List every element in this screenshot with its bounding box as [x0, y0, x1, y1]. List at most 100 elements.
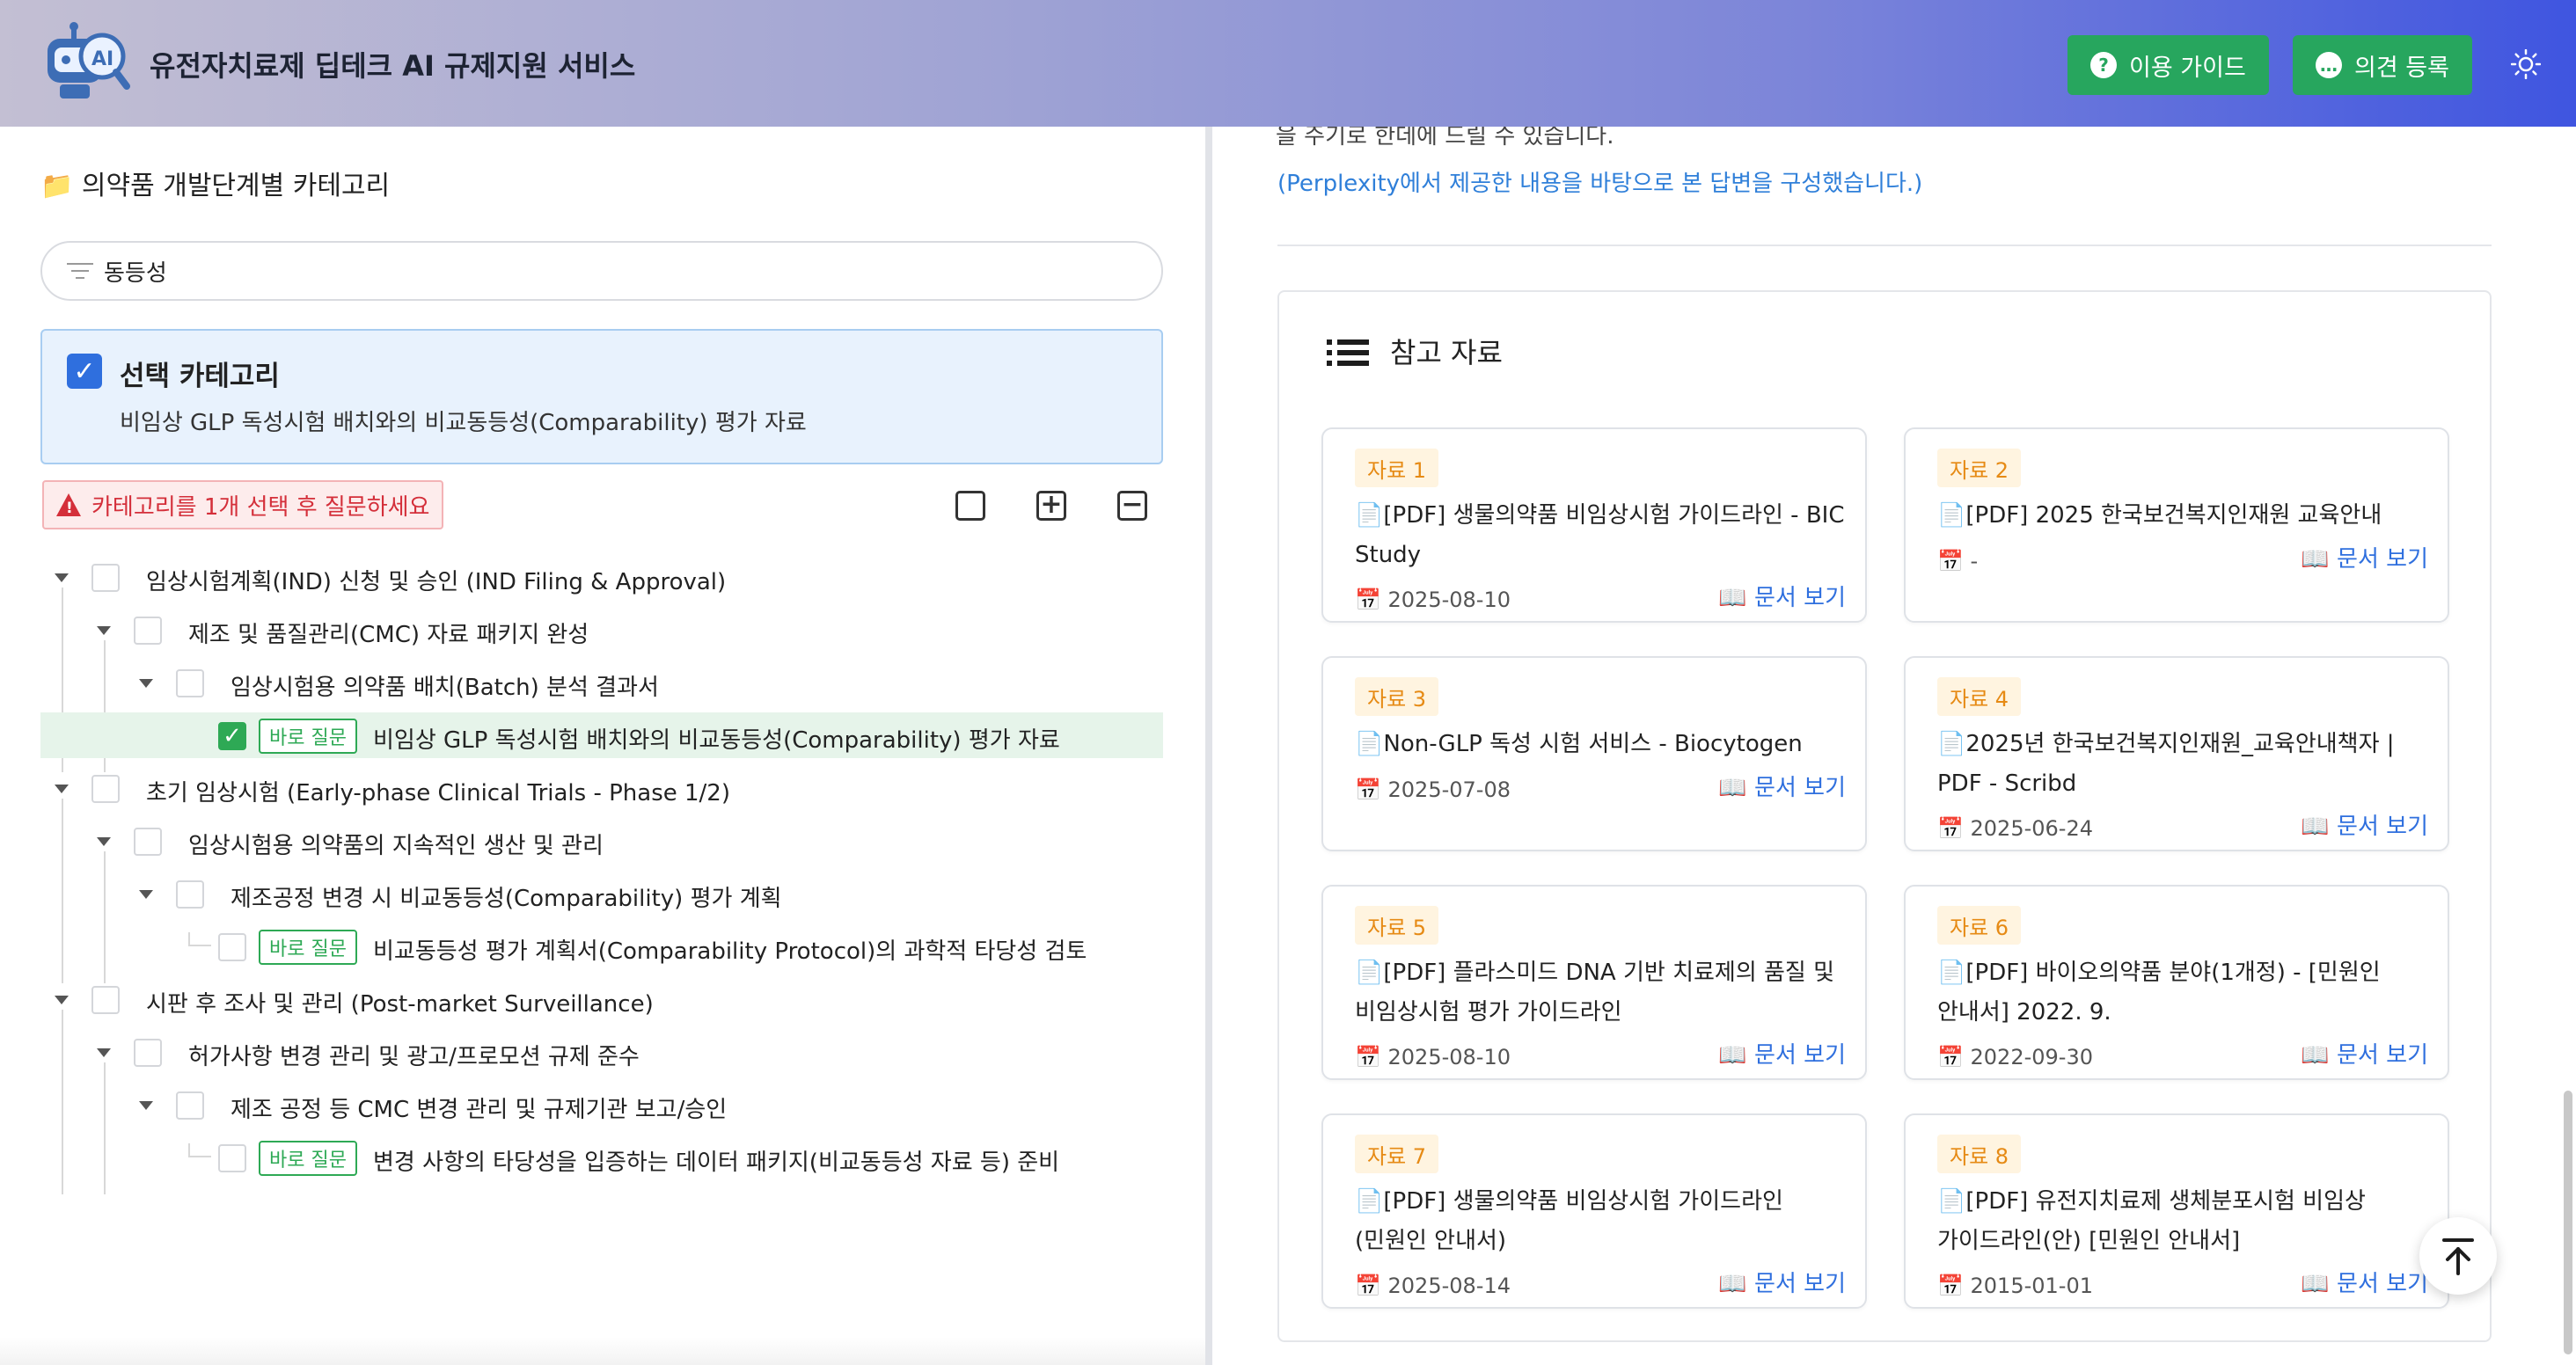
quick-question-tag[interactable]: 바로 질문 [259, 930, 357, 965]
tree-node-label[interactable]: 제조 및 품질관리(CMC) 자료 패키지 완성 [188, 617, 589, 649]
view-document-link[interactable]: 📖 문서 보기 [1718, 580, 1846, 612]
usage-guide-button[interactable]: ? 이용 가이드 [2067, 35, 2269, 95]
usage-guide-label: 이용 가이드 [2129, 54, 2246, 82]
reference-badge: 자료 8 [1937, 1135, 2022, 1173]
expand-arrow-icon[interactable] [55, 785, 69, 793]
reference-badge: 자료 2 [1937, 449, 2022, 487]
list-icon [1327, 339, 1369, 366]
reference-title[interactable]: 📄[PDF] 2025 한국보건복지인재원 교육안내 [1937, 496, 2430, 536]
app-window: AI 유전자치료제 딥테크 AI 규제지원 서비스 ? 이용 가이드 … 의견 … [0, 0, 2576, 1365]
tree-elbow-line [188, 1143, 211, 1157]
tree-node-label[interactable]: 제조 공정 등 CMC 변경 관리 및 규제기관 보고/승인 [231, 1091, 727, 1124]
perplexity-note: (Perplexity에서 제공한 내용을 바탕으로 본 답변을 구성했습니다.… [1277, 171, 1923, 197]
reference-badge: 자료 3 [1355, 677, 1439, 716]
expand-arrow-icon[interactable] [139, 679, 153, 688]
reference-title[interactable]: 📄[PDF] 생물의약품 비임상시험 가이드라인 - BIC Study [1355, 496, 1848, 575]
tree-node-label[interactable]: 임상시험계획(IND) 신청 및 승인 (IND Filing & Approv… [146, 564, 726, 596]
view-document-link[interactable]: 📖 문서 보기 [2301, 1266, 2428, 1298]
reference-card[interactable]: 자료 4 📄2025년 한국보건복지인재원_교육안내책자 | PDF - Scr… [1904, 656, 2449, 851]
collapse-all-button[interactable]: − [1117, 491, 1147, 521]
reference-date: 📅 2022-09-30 [1937, 1045, 2093, 1069]
view-document-link[interactable]: 📖 문서 보기 [1718, 1266, 1846, 1298]
quick-question-tag[interactable]: 바로 질문 [259, 1141, 357, 1176]
tree-node-label[interactable]: 제조공정 변경 시 비교동등성(Comparability) 평가 계획 [231, 880, 782, 913]
tree-node-label[interactable]: 시판 후 조사 및 관리 (Post-market Surveillance) [146, 986, 654, 1018]
quick-question-tag[interactable]: 바로 질문 [259, 719, 357, 754]
references-title: 참고 자료 [1390, 336, 1503, 369]
tree-checkbox[interactable] [218, 933, 246, 961]
tree-checkbox[interactable] [176, 1091, 204, 1120]
reference-title[interactable]: 📄[PDF] 유전지치료제 생체분포시험 비임상 가이드라인(안) [민원인 안… [1937, 1182, 2430, 1261]
tree-node-label[interactable]: 변경 사항의 타당성을 입증하는 데이터 패키지(비교동등성 자료 등) 준비 [373, 1144, 1059, 1177]
reference-date: 📅 2025-08-10 [1355, 1045, 1511, 1069]
selected-category-box: ✓ 선택 카테고리 비임상 GLP 독성시험 배치와의 비교동등성(Compar… [40, 329, 1163, 464]
tree-node-label[interactable]: 비임상 GLP 독성시험 배치와의 비교동등성(Comparability) 평… [373, 722, 1060, 755]
reference-date: 📅 2025-07-08 [1355, 777, 1511, 802]
tree-node-label[interactable]: 임상시험용 의약품 배치(Batch) 분석 결과서 [231, 669, 659, 702]
expand-arrow-icon[interactable] [97, 626, 111, 635]
tree-checkbox[interactable] [176, 669, 204, 697]
tree-checkbox[interactable] [134, 828, 162, 856]
selected-category-desc: 비임상 GLP 독성시험 배치와의 비교동등성(Comparability) 평… [120, 410, 807, 436]
deselect-all-button[interactable] [955, 491, 985, 521]
reference-card[interactable]: 자료 5 📄[PDF] 플라스미드 DNA 기반 치료제의 품질 및 비임상시험… [1321, 885, 1867, 1080]
reference-badge: 자료 4 [1937, 677, 2022, 716]
expand-arrow-icon[interactable] [139, 1101, 153, 1110]
view-document-link[interactable]: 📖 문서 보기 [1718, 1037, 1846, 1069]
expand-arrow-icon[interactable] [55, 996, 69, 1004]
expand-all-button[interactable]: + [1036, 491, 1066, 521]
view-document-link[interactable]: 📖 문서 보기 [2301, 541, 2428, 573]
warning-text: 카테고리를 1개 선택 후 질문하세요 [91, 493, 430, 521]
tree-checkbox[interactable] [134, 1039, 162, 1067]
reference-date: 📅 2025-08-14 [1355, 1274, 1511, 1298]
reference-title[interactable]: 📄[PDF] 생물의약품 비임상시험 가이드라인 (민원인 안내서) [1355, 1182, 1848, 1261]
tree-checkbox[interactable] [91, 564, 120, 592]
reference-badge: 자료 7 [1355, 1135, 1439, 1173]
reference-card[interactable]: 자료 1 📄[PDF] 생물의약품 비임상시험 가이드라인 - BIC Stud… [1321, 427, 1867, 623]
reference-title[interactable]: 📄2025년 한국보건복지인재원_교육안내책자 | PDF - Scribd [1937, 725, 2430, 804]
tree-checkbox[interactable] [176, 880, 204, 909]
sun-theme-toggle-icon[interactable] [2511, 49, 2541, 79]
reference-card[interactable]: 자료 6 📄[PDF] 바이오의약품 분야(1개정) - [민원인 안내서] 2… [1904, 885, 2449, 1080]
expand-arrow-icon[interactable] [55, 573, 69, 582]
expand-arrow-icon[interactable] [139, 890, 153, 899]
tree-checkbox-checked[interactable]: ✓ [218, 722, 246, 750]
view-document-link[interactable]: 📖 문서 보기 [2301, 1037, 2428, 1069]
feedback-button[interactable]: … 의견 등록 [2293, 35, 2472, 95]
view-document-link[interactable]: 📖 문서 보기 [1718, 770, 1846, 802]
warning-icon: ! [56, 493, 81, 517]
reference-date: 📅 - [1937, 549, 1979, 573]
scroll-to-top-button[interactable] [2419, 1217, 2497, 1295]
reference-badge: 자료 5 [1355, 906, 1439, 945]
expand-arrow-icon[interactable] [97, 1048, 111, 1057]
tree-checkbox[interactable] [91, 775, 120, 803]
expand-arrow-icon[interactable] [97, 837, 111, 846]
tree-guide-line [62, 799, 63, 983]
reference-card[interactable]: 자료 8 📄[PDF] 유전지치료제 생체분포시험 비임상 가이드라인(안) [… [1904, 1113, 2449, 1309]
reference-card[interactable]: 자료 3 📄Non-GLP 독성 시험 서비스 - Biocytogen 📅 2… [1321, 656, 1867, 851]
selected-checkbox[interactable]: ✓ [67, 354, 102, 389]
tree-checkbox[interactable] [134, 617, 162, 645]
category-filter[interactable] [40, 241, 1163, 301]
tree-node-label[interactable]: 임상시험용 의약품의 지속적인 생산 및 관리 [188, 828, 604, 860]
reference-title[interactable]: 📄Non-GLP 독성 시험 서비스 - Biocytogen [1355, 725, 1848, 764]
svg-text:AI: AI [91, 48, 113, 70]
reference-card[interactable]: 자료 7 📄[PDF] 생물의약품 비임상시험 가이드라인 (민원인 안내서) … [1321, 1113, 1867, 1309]
tree-node-label[interactable]: 허가사항 변경 관리 및 광고/프로모션 규제 준수 [188, 1039, 640, 1071]
tree-checkbox[interactable] [91, 986, 120, 1014]
reference-title[interactable]: 📄[PDF] 바이오의약품 분야(1개정) - [민원인 안내서] 2022. … [1937, 953, 2430, 1033]
category-heading: 📁 의약품 개발단계별 카테고리 [40, 171, 391, 201]
tree-checkbox[interactable] [218, 1144, 246, 1172]
feedback-label: 의견 등록 [2354, 54, 2449, 82]
reference-card[interactable]: 자료 2 📄[PDF] 2025 한국보건복지인재원 교육안내 📅 - 📖 문서… [1904, 427, 2449, 623]
filter-input[interactable] [104, 258, 1072, 284]
reference-title[interactable]: 📄[PDF] 플라스미드 DNA 기반 치료제의 품질 및 비임상시험 평가 가… [1355, 953, 1848, 1033]
tree-node-label[interactable]: 초기 임상시험 (Early-phase Clinical Trials - P… [146, 775, 730, 807]
view-document-link[interactable]: 📖 문서 보기 [2301, 808, 2428, 841]
panel-bottom-edge [0, 1337, 1205, 1365]
panel-divider[interactable] [1205, 127, 1212, 1365]
filter-icon [65, 263, 95, 279]
reference-date: 📅 2015-01-01 [1937, 1274, 2093, 1298]
tree-node-label[interactable]: 비교동등성 평가 계획서(Comparability Protocol)의 과학… [373, 933, 1087, 966]
answer-scrollbar[interactable] [2564, 1091, 2572, 1354]
